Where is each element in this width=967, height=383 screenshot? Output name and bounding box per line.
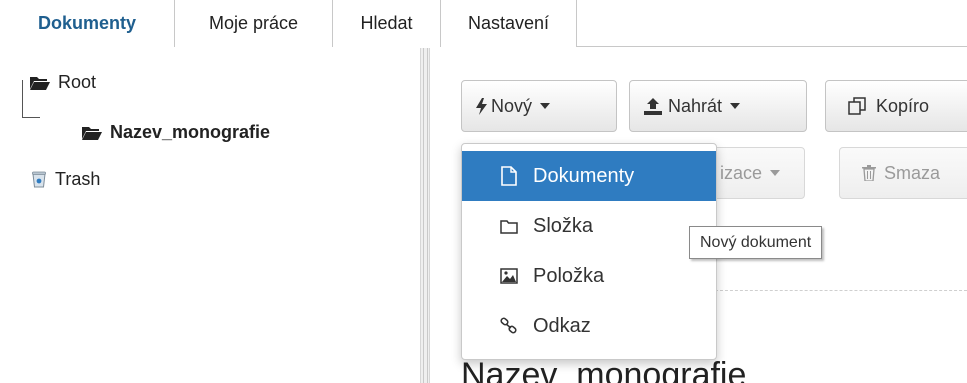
tree-label-root: Root [58, 72, 97, 92]
menu-item-label: Složka [533, 214, 594, 237]
menu-item-label: Dokumenty [533, 164, 635, 187]
tooltip: Nový dokument [689, 226, 823, 259]
tree-label-trash: Trash [55, 169, 101, 189]
tab-bar: Dokumenty Moje práce Hledat Nastavení [0, 0, 967, 48]
tab-search[interactable]: Hledat [333, 0, 441, 47]
trash-icon [862, 165, 876, 181]
upload-button-label: Nahrát [668, 95, 723, 116]
delete-button[interactable]: Smaza [839, 147, 967, 199]
bolt-icon [476, 97, 487, 115]
menu-item-documents[interactable]: Dokumenty [462, 151, 716, 201]
chevron-down-icon [540, 103, 551, 109]
chevron-down-icon [770, 170, 781, 176]
folder-open-icon [82, 126, 102, 140]
new-button[interactable]: Nový [461, 80, 617, 132]
menu-item-folder[interactable]: Složka [462, 201, 716, 251]
menu-item-label: Položka [533, 264, 605, 287]
chevron-down-icon [730, 103, 741, 109]
tab-my-work[interactable]: Moje práce [175, 0, 333, 47]
image-icon [499, 268, 519, 284]
copy-icon [848, 97, 866, 115]
trash-icon [32, 171, 46, 188]
tree-label-monograph: Nazev_monografie [110, 122, 271, 142]
folder-icon [499, 219, 519, 234]
page-title: Nazev_monografie [461, 356, 747, 383]
pane-splitter[interactable] [420, 48, 430, 383]
tree-item-monograph[interactable]: Nazev_monografie [82, 122, 270, 143]
new-button-label: Nový [491, 95, 533, 116]
tab-settings[interactable]: Nastavení [441, 0, 577, 47]
sync-button-label: izace [720, 162, 763, 183]
document-icon [499, 166, 519, 186]
copy-button-label: Kopíro [876, 95, 930, 116]
upload-button[interactable]: Nahrát [629, 80, 807, 132]
tree-item-trash[interactable]: Trash [32, 169, 100, 190]
new-dropdown-menu: Dokumenty Složka Položka Odkaz [461, 143, 717, 360]
menu-item-link[interactable]: Odkaz [462, 301, 716, 351]
upload-icon [644, 97, 662, 115]
folder-tree: Root Nazev_monografie Trash [0, 48, 420, 383]
copy-button[interactable]: Kopíro [825, 80, 967, 132]
tab-documents[interactable]: Dokumenty [0, 0, 175, 48]
tree-connector [22, 80, 40, 118]
link-icon [499, 317, 519, 335]
menu-item-label: Odkaz [533, 314, 591, 337]
menu-item-item[interactable]: Položka [462, 251, 716, 301]
delete-button-label: Smaza [884, 162, 941, 183]
